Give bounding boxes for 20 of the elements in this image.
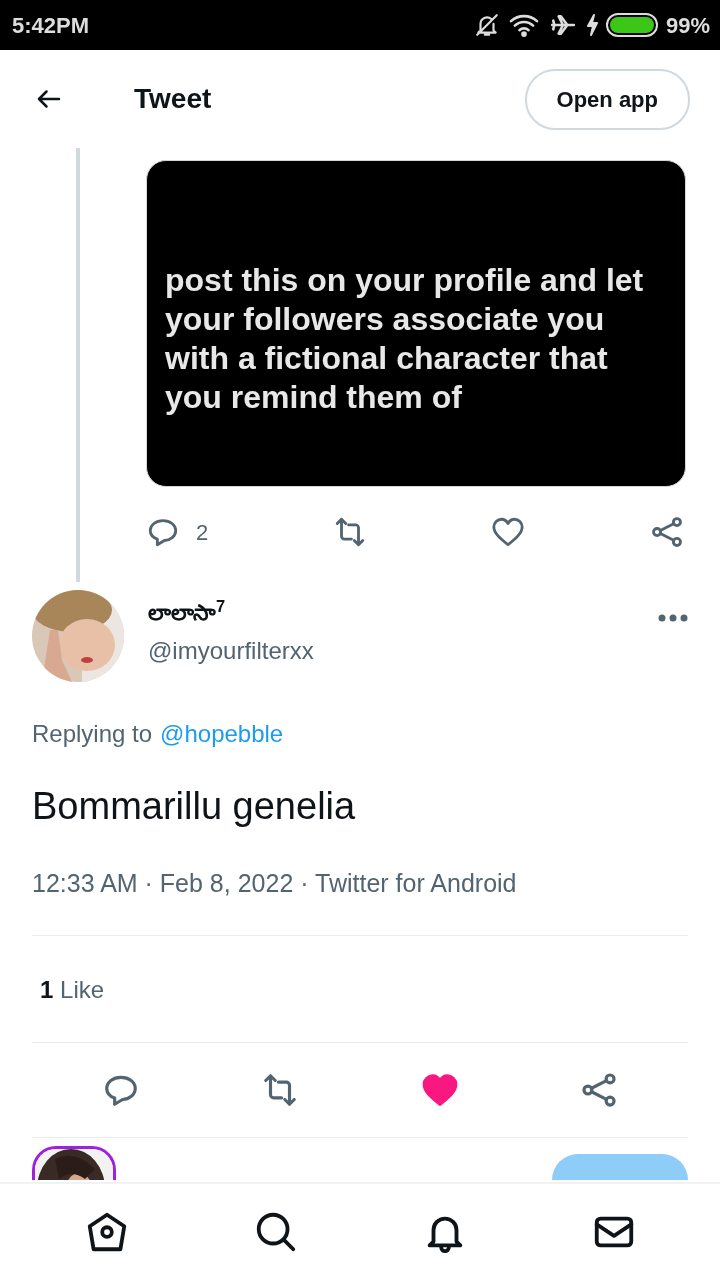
share-icon[interactable] (650, 515, 684, 549)
battery-icon (605, 13, 658, 37)
more-icon[interactable] (658, 612, 688, 624)
heart-icon[interactable] (491, 515, 526, 549)
share-icon[interactable] (580, 1070, 618, 1109)
tweet-text: Bommarillu genelia (32, 784, 357, 829)
status-time: 5:42PM (12, 11, 90, 40)
tweet-image: post this on your profile and let your followers associate you with a fictional character that you remind them of (146, 160, 686, 487)
page-title: Tweet (134, 82, 213, 116)
tweet-meta: 12:33 AM · Feb 8, 2022 · Twitter for Android (32, 868, 518, 899)
user-handle: @imyourfilterxx (148, 636, 315, 666)
user-name: లాలాసా$^{7}$ (148, 596, 227, 627)
reply-count: 2 (196, 518, 209, 547)
notifications-off-icon (473, 12, 500, 38)
battery-percent: 99% (665, 11, 710, 40)
like-count: 1 Like (40, 974, 105, 1005)
charging-icon (585, 13, 598, 37)
wifi-icon (507, 12, 540, 38)
open-app-button[interactable]: Open app (524, 68, 690, 130)
replying-label: Replying to (32, 719, 153, 749)
